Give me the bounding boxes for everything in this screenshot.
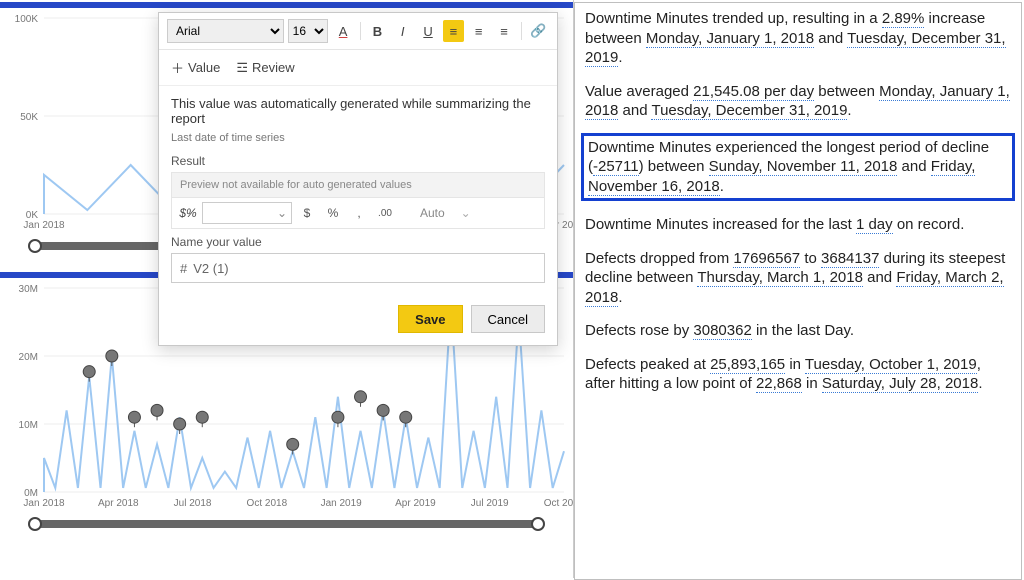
font-color-button[interactable]: A bbox=[332, 20, 353, 42]
decimal-button[interactable]: .00 bbox=[374, 202, 396, 224]
svg-text:Apr 2019: Apr 2019 bbox=[395, 498, 436, 509]
narrative-line: Downtime Minutes increased for the last … bbox=[585, 215, 1011, 235]
tab-value[interactable]: ＋Value bbox=[169, 56, 222, 79]
svg-text:20M: 20M bbox=[19, 352, 38, 363]
narrative-line: Value averaged 21,545.08 per day between… bbox=[585, 82, 1011, 121]
result-label: Result bbox=[171, 154, 545, 168]
currency-button[interactable]: $ bbox=[296, 202, 318, 224]
align-left-button[interactable]: ≡ bbox=[443, 20, 464, 42]
italic-button[interactable]: I bbox=[392, 20, 413, 42]
narrative-panel[interactable]: Downtime Minutes trended up, resulting i… bbox=[574, 2, 1022, 580]
format-dropdown[interactable]: ⌄ bbox=[202, 202, 292, 224]
popup-description: This value was automatically generated w… bbox=[171, 96, 545, 126]
charts-panel: 0K50K100KJan 2018Apr 2018 0M10M20M30MJan… bbox=[0, 0, 574, 578]
svg-text:10M: 10M bbox=[19, 420, 38, 431]
svg-text:100K: 100K bbox=[15, 14, 39, 25]
slider-thumb-left[interactable] bbox=[28, 517, 42, 531]
link-button[interactable]: 🔗 bbox=[528, 20, 549, 42]
align-right-button[interactable]: ≡ bbox=[493, 20, 514, 42]
svg-text:30M: 30M bbox=[19, 284, 38, 295]
value-editor-popup: Arial 16 A B I U ≡ ≡ ≡ 🔗 ＋Value ☲Review bbox=[158, 12, 558, 346]
auto-format-button[interactable]: Auto bbox=[414, 202, 451, 224]
cancel-button[interactable]: Cancel bbox=[471, 305, 545, 333]
narrative-line: Defects peaked at 25,893,165 in Tuesday,… bbox=[585, 355, 1011, 394]
popup-subtitle: Last date of time series bbox=[171, 132, 545, 144]
variable-icon: $% bbox=[178, 206, 198, 220]
percent-button[interactable]: % bbox=[322, 202, 344, 224]
format-toolbar: Arial 16 A B I U ≡ ≡ ≡ 🔗 bbox=[159, 13, 557, 50]
narrative-line: Downtime Minutes trended up, resulting i… bbox=[585, 9, 1011, 68]
svg-text:Oct 2019: Oct 2019 bbox=[544, 498, 574, 509]
svg-text:Jul 2019: Jul 2019 bbox=[471, 498, 509, 509]
slider-thumb-left[interactable] bbox=[28, 239, 42, 253]
narrative-highlighted[interactable]: Downtime Minutes experienced the longest… bbox=[581, 133, 1015, 202]
popup-tabs: ＋Value ☲Review bbox=[159, 50, 557, 86]
thousands-button[interactable]: , bbox=[348, 202, 370, 224]
underline-button[interactable]: U bbox=[417, 20, 438, 42]
narrative-line: Defects dropped from 17696567 to 3684137… bbox=[585, 249, 1011, 308]
format-dropdown-caret[interactable]: ⌄ bbox=[455, 202, 477, 224]
result-preview: Preview not available for auto generated… bbox=[171, 172, 545, 198]
name-input[interactable]: # V2 (1) bbox=[171, 253, 545, 283]
svg-text:Jan 2018: Jan 2018 bbox=[23, 498, 65, 509]
font-family-select[interactable]: Arial bbox=[167, 19, 284, 43]
align-center-button[interactable]: ≡ bbox=[468, 20, 489, 42]
svg-text:Apr 2018: Apr 2018 bbox=[98, 498, 139, 509]
svg-text:50K: 50K bbox=[20, 112, 38, 123]
save-button[interactable]: Save bbox=[398, 305, 462, 333]
chart-defects-slider[interactable] bbox=[34, 520, 539, 528]
svg-text:Jul 2018: Jul 2018 bbox=[174, 498, 212, 509]
font-size-select[interactable]: 16 bbox=[288, 19, 329, 43]
svg-text:Oct 2018: Oct 2018 bbox=[247, 498, 288, 509]
svg-text:Jan 2018: Jan 2018 bbox=[23, 220, 65, 231]
format-row: $% ⌄ $ % , .00 Auto ⌄ bbox=[171, 198, 545, 229]
name-label: Name your value bbox=[171, 235, 545, 249]
narrative-line: Downtime Minutes experienced the longest… bbox=[588, 138, 1008, 197]
svg-text:Jan 2019: Jan 2019 bbox=[321, 498, 363, 509]
slider-thumb-right[interactable] bbox=[531, 517, 545, 531]
hash-icon: # bbox=[180, 261, 187, 276]
tab-review[interactable]: ☲Review bbox=[234, 56, 296, 79]
bold-button[interactable]: B bbox=[367, 20, 388, 42]
narrative-line: Defects rose by 3080362 in the last Day. bbox=[585, 321, 1011, 341]
